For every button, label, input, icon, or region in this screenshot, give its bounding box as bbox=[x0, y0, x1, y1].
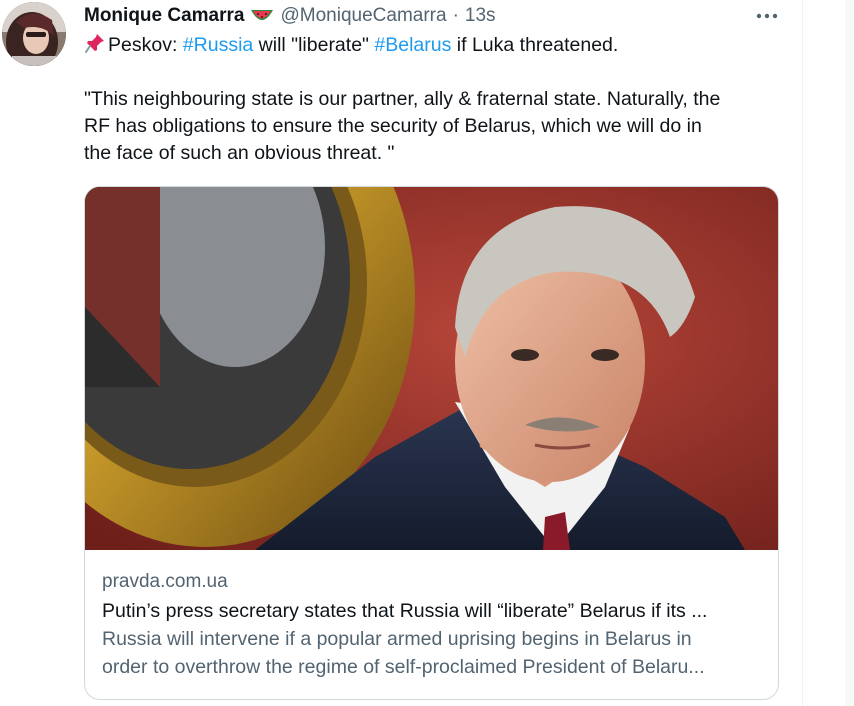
column-divider bbox=[802, 0, 803, 706]
right-scroll-area bbox=[845, 0, 854, 706]
card-info: pravda.com.ua Putin’s press secretary st… bbox=[102, 569, 772, 681]
hashtag-belarus[interactable]: #Belarus bbox=[374, 34, 451, 56]
timestamp[interactable]: 13s bbox=[465, 5, 496, 27]
pushpin-icon bbox=[84, 32, 106, 54]
card-photo bbox=[85, 187, 778, 550]
card-domain[interactable]: pravda.com.ua bbox=[102, 569, 772, 595]
more-dots-icon bbox=[756, 13, 778, 19]
tweet-header: Monique Camarra @MoniqueCamarra · 13s bbox=[84, 3, 496, 29]
display-name[interactable]: Monique Camarra bbox=[84, 5, 244, 27]
tweet-line-1-suffix: if Luka threatened. bbox=[451, 34, 619, 56]
user-handle[interactable]: @MoniqueCamarra bbox=[280, 5, 446, 27]
hashtag-russia[interactable]: #Russia bbox=[183, 34, 253, 56]
watermelon-icon bbox=[250, 8, 274, 24]
avatar-photo bbox=[2, 2, 66, 66]
tweet-line-1: Peskov: #Russia will "liberate" #Belarus… bbox=[84, 32, 789, 59]
tweet-text: Peskov: #Russia will "liberate" #Belarus… bbox=[84, 32, 789, 167]
card-image[interactable] bbox=[85, 187, 778, 550]
card-description-line-1: Russia will intervene if a popular armed… bbox=[102, 628, 692, 650]
quote-line-2: RF has obligations to ensure the securit… bbox=[84, 115, 702, 137]
quote-line-3: the face of such an obvious threat. " bbox=[84, 142, 395, 164]
card-description-line-2: order to overthrow the regime of self-pr… bbox=[102, 656, 705, 678]
separator-dot: · bbox=[452, 5, 459, 26]
avatar[interactable] bbox=[2, 2, 66, 66]
tweet-line-1-prefix: Peskov: bbox=[108, 34, 183, 56]
tweet-line-1-mid: will "liberate" bbox=[253, 34, 375, 56]
more-options-button[interactable] bbox=[752, 4, 782, 28]
link-preview-card[interactable]: pravda.com.ua Putin’s press secretary st… bbox=[84, 186, 779, 700]
card-title[interactable]: Putin’s press secretary states that Russ… bbox=[102, 597, 772, 625]
quote-line-1: "This neighbouring state is our partner,… bbox=[84, 88, 721, 110]
